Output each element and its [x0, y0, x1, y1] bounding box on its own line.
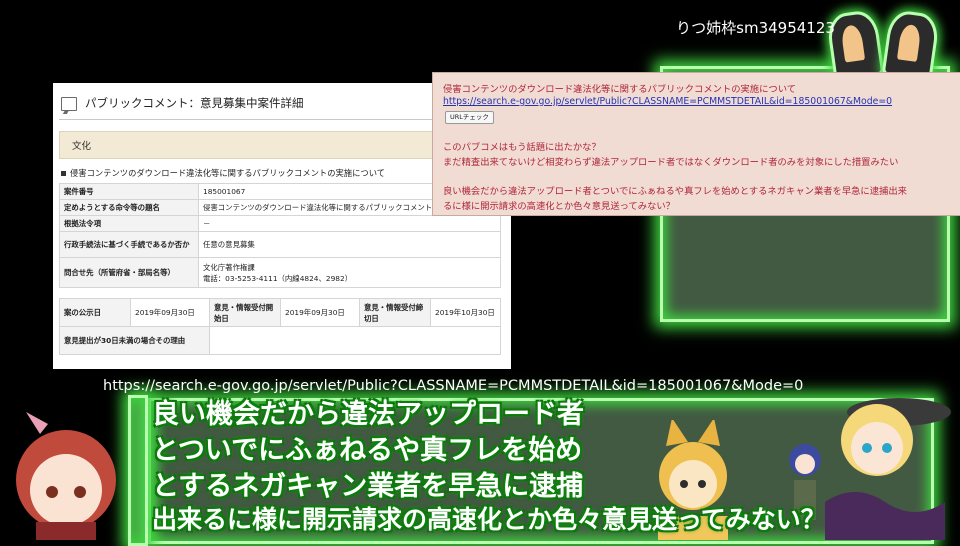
row-value: 文化庁著作権課 電話：03-5253-4111（内線4824、2982） — [198, 257, 501, 288]
comment-icon — [61, 97, 77, 111]
character-blonde — [825, 398, 951, 540]
reason-value — [209, 326, 501, 355]
note-line: 侵害コンテンツのダウンロード違法化等に関するパブリックコメントの実施について — [443, 84, 797, 95]
row-value: － — [198, 215, 501, 232]
row-value: 任意の意見募集 — [198, 231, 501, 258]
subtitle-line-3: とするネガキャン業者を早急に逮捕 — [152, 471, 584, 502]
character-left — [16, 412, 116, 540]
case-subject: 侵害コンテンツのダウンロード違法化等に関するパブリックコメントの実施について — [61, 167, 385, 179]
start-date: 2019年09月30日 — [280, 298, 360, 327]
stream-credit: りつ姉枠sm34954123 — [676, 19, 835, 37]
announce-date: 2019年09月30日 — [130, 298, 210, 327]
row-label: 行政手続法に基づく手続であるか否か — [59, 231, 199, 258]
subtitle-line-1: 良い機会だから違法アップロード者 — [152, 399, 584, 430]
note-line: 良い機会だから違法アップロード者とついでにふぁねるや真フレを始めとするネガキャン… — [443, 186, 907, 197]
table-row: 意見提出が30日未満の場合その理由 — [59, 326, 501, 355]
table-row: 案の公示日 2019年09月30日 意見・情報受付開始日 2019年09月30日… — [59, 298, 501, 327]
note-line: このパブコメはもう話題に出たかな？ — [443, 142, 601, 153]
category-label: 文化 — [72, 141, 92, 152]
url-check-button[interactable]: URLチェック — [445, 111, 494, 124]
end-label: 意見・情報受付締切日 — [359, 298, 431, 327]
right-ear-icon — [881, 8, 941, 82]
dates-table: 案の公示日 2019年09月30日 意見・情報受付開始日 2019年09月30日… — [59, 298, 501, 355]
announce-label: 案の公示日 — [59, 298, 131, 327]
contact-phone: 電話：03-5253-4111（内線4824、2982） — [203, 273, 353, 283]
row-label: 定めようとする命令等の題名 — [59, 199, 199, 216]
note-line: るに様に開示請求の高速化とか色々意見送ってみない？ — [443, 201, 675, 212]
row-label: 問合せ先（所管府省・部局名等） — [59, 257, 199, 288]
note-url-link[interactable]: https://search.e-gov.go.jp/servlet/Publi… — [443, 96, 892, 107]
end-date: 2019年10月30日 — [430, 298, 501, 327]
comment-note-panel: 侵害コンテンツのダウンロード違法化等に関するパブリックコメントの実施について h… — [432, 72, 960, 216]
reason-label: 意見提出が30日未満の場合その理由 — [59, 326, 210, 355]
table-row: 問合せ先（所管府省・部局名等） 文化庁著作権課 電話：03-5253-4111（… — [59, 257, 501, 288]
start-label: 意見・情報受付開始日 — [209, 298, 281, 327]
subtitle-line-4: 出来るに様に開示請求の高速化とか色々意見送ってみない？ — [152, 505, 826, 534]
table-row: 根拠法令項 － — [59, 215, 501, 232]
contact-dept: 文化庁著作権課 — [203, 262, 255, 272]
row-label: 根拠法令項 — [59, 215, 199, 232]
subtitle-line-2: とついでにふぁねるや真フレを始め — [152, 435, 583, 466]
note-line: まだ精査出来てないけど相変わらず違法アップロード者ではなくダウンロード者のみを対… — [443, 157, 899, 168]
row-label: 案件番号 — [59, 183, 199, 200]
panel-title: パブリックコメント：意見募集中案件詳細 — [85, 96, 304, 110]
table-row: 行政手続法に基づく手続であるか否か 任意の意見募集 — [59, 231, 501, 258]
